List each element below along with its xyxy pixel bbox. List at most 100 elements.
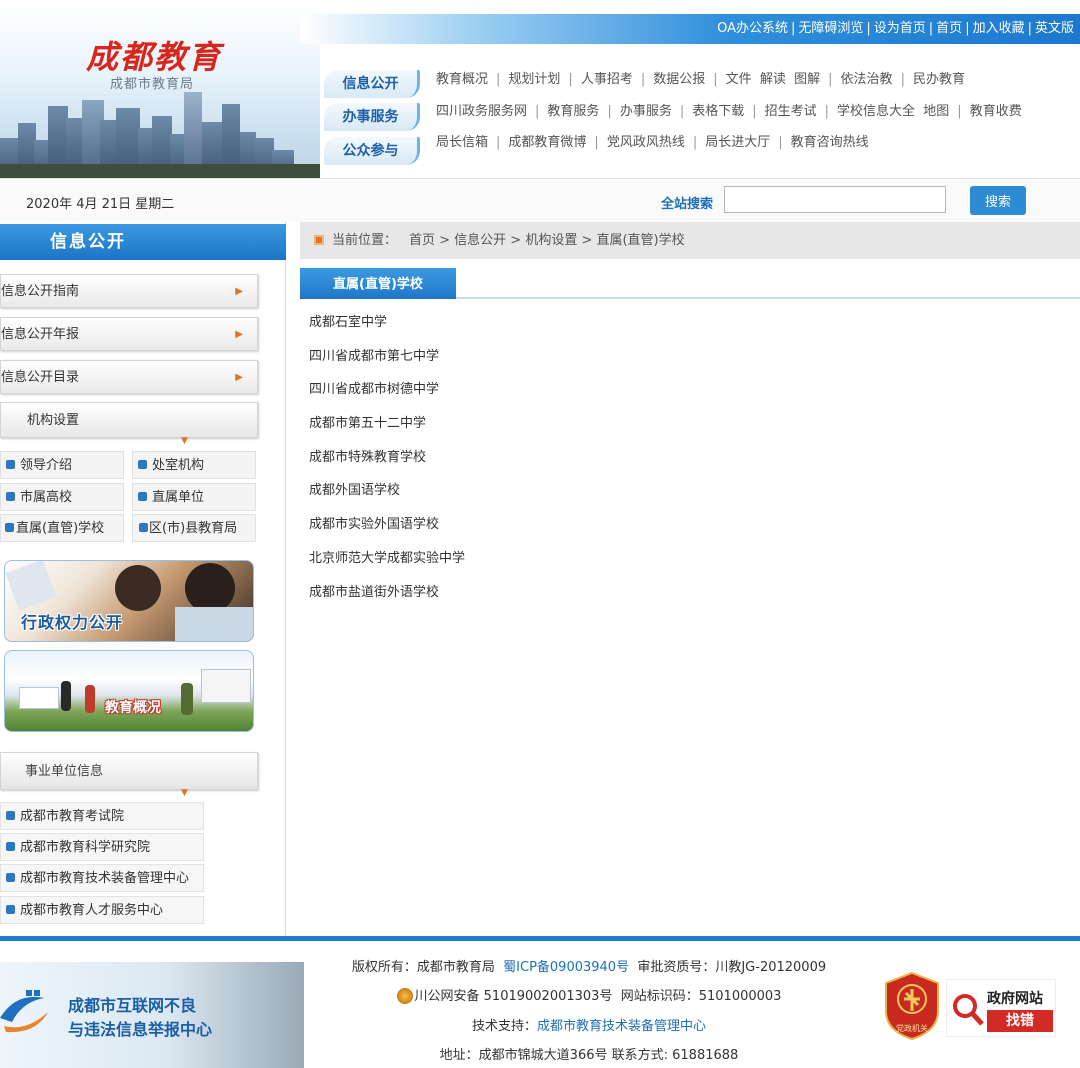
nav-link[interactable]: 四川政务服务网 (436, 104, 527, 119)
nav-link[interactable]: 规划计划 (508, 72, 560, 87)
bullet-icon (6, 811, 15, 820)
unit-item-equipment-center[interactable]: 成都市教育技术装备管理中心 (0, 864, 204, 892)
banner-admin-power-public[interactable]: 行政权力公开 (4, 560, 254, 642)
category-row-services: 四川政务服务网 | 教育服务 | 办事服务 | 表格下载 | 招生考试 | 学校信息大全 地图 | 教育… (436, 104, 1022, 119)
list-item[interactable]: 成都市第五十二中学 (309, 407, 1009, 441)
bullet-icon (5, 523, 14, 532)
nav-link[interactable]: 人事招考 (581, 72, 633, 87)
list-item[interactable]: 四川省成都市第七中学 (309, 340, 1009, 374)
unit-item-research-institute[interactable]: 成都市教育科学研究院 (0, 833, 204, 861)
bullet-icon (6, 905, 15, 914)
list-item[interactable]: 成都市实验外国语学校 (309, 508, 1009, 542)
date-search-bar: 2020年 4月 21日 星期二 全站搜索 搜索 (0, 178, 1080, 222)
sidebar-org-heading[interactable]: 机构设置 ▼ (0, 402, 258, 446)
nav-link[interactable]: 局长进大厅 (705, 135, 770, 150)
police-record-link[interactable]: 川公网安备 51019002001303号 (415, 989, 613, 1004)
footer-tech-line: 技术支持：成都市教育技术装备管理中心 (471, 1019, 707, 1034)
party-government-badge-icon[interactable]: 党政机关 (882, 971, 942, 1041)
nav-link[interactable]: 表格下载 (692, 104, 744, 119)
footer-copyright-line: 版权所有：成都市教育局 蜀ICP备09003940号 审批资质号：川教JG-20… (351, 960, 827, 975)
unit-item-exam-institute[interactable]: 成都市教育考试院 (0, 802, 204, 830)
nav-link[interactable]: 数据公报 (653, 72, 705, 87)
nav-link[interactable]: 成都教育微博 (508, 135, 586, 150)
home-link[interactable]: 首页 (936, 21, 962, 36)
org-item-direct-schools[interactable]: 直属(直管)学校 (0, 514, 124, 542)
nav-link[interactable]: 教育咨询热线 (791, 135, 869, 150)
list-item[interactable]: 四川省成都市树德中学 (309, 373, 1009, 407)
nav-link[interactable]: 教育服务 (547, 104, 599, 119)
runner-image (61, 681, 71, 711)
sidebar-item-guide[interactable]: 信息公开指南 ▶ (0, 274, 258, 308)
add-favorite-link[interactable]: 加入收藏 (973, 21, 1025, 36)
nav-link[interactable]: 教育概况 (436, 72, 488, 87)
report-center-text: 成都市互联网不良 与违法信息举报中心 (68, 996, 213, 1039)
top-links: OA办公系统 | 无障碍浏览 | 设为首页 | 首页 | 加入收藏 | 英文版 (717, 21, 1074, 36)
breadcrumb-label: 当前位置： (332, 233, 398, 248)
city-skyline-banner: 成都教育 成都市教育局 (0, 0, 320, 178)
nav-link[interactable]: 党风政风热线 (607, 135, 685, 150)
footer-police-line: 川公网安备 51019002001303号 网站标识码：5101000003 (304, 985, 874, 1005)
report-center-logo-icon (0, 990, 48, 1033)
report-center-banner[interactable]: 成都市互联网不良 与违法信息举报中心 (0, 962, 304, 1068)
english-version-link[interactable]: 英文版 (1035, 21, 1074, 36)
gov-website-error-report[interactable]: 政府网站 找错 (946, 979, 1056, 1037)
person-image (185, 563, 235, 613)
banner-admin-power-label: 行政权力公开 (21, 613, 124, 632)
org-item-leaders[interactable]: 领导介绍 (0, 451, 124, 479)
category-services[interactable]: 办事服务 (324, 103, 420, 131)
document-image (5, 561, 57, 611)
chevron-right-icon: ▶ (235, 329, 243, 340)
breadcrumb-path[interactable]: 首页 > 信息公开 > 机构设置 > 直属(直管)学校 (409, 233, 685, 248)
caret-down-icon: ▼ (181, 436, 188, 446)
oa-system-link[interactable]: OA办公系统 (717, 21, 788, 36)
location-icon (314, 234, 324, 245)
party-badge-label: 党政机关 (896, 1023, 928, 1033)
nav-link[interactable]: 依法治教 (841, 72, 893, 87)
school-list: 成都石室中学 四川省成都市第七中学 四川省成都市树德中学 成都市第五十二中学 成… (309, 306, 1009, 609)
current-date: 2020年 4月 21日 星期二 (26, 197, 175, 212)
nav-link[interactable]: 民办教育 (913, 72, 965, 87)
site-logo[interactable]: 成都教育 (86, 32, 222, 78)
sidebar-item-annual-report[interactable]: 信息公开年报 ▶ (0, 317, 258, 351)
sidebar-title: 信息公开 (0, 224, 286, 260)
set-homepage-link[interactable]: 设为首页 (874, 21, 926, 36)
tab-strip: 直属(直管)学校 (300, 268, 1080, 299)
tab-direct-schools[interactable]: 直属(直管)学校 (300, 268, 456, 299)
tech-support-link[interactable]: 成都市教育技术装备管理中心 (537, 1019, 706, 1034)
list-item[interactable]: 成都市盐道街外语学校 (309, 576, 1009, 610)
police-badge-icon (396, 987, 413, 1004)
icp-link[interactable]: 蜀ICP备09003940号 (503, 960, 629, 975)
nav-link[interactable]: 局长信箱 (436, 135, 488, 150)
site-search-input[interactable] (724, 186, 946, 213)
list-item[interactable]: 成都外国语学校 (309, 474, 1009, 508)
banner-education-overview[interactable]: 教育概况 (4, 650, 254, 732)
sidebar-units-heading-label: 事业单位信息 (25, 764, 104, 779)
list-item[interactable]: 成都市特殊教育学校 (309, 441, 1009, 475)
bullet-icon (138, 460, 147, 469)
bullet-icon (138, 492, 147, 501)
org-item-direct-units[interactable]: 直属单位 (132, 483, 256, 511)
category-participation[interactable]: 公众参与 (324, 137, 420, 165)
org-item-district-bureaus[interactable]: 区(市)县教育局 (132, 514, 256, 542)
nav-link[interactable]: 教育收费 (970, 104, 1022, 119)
chevron-right-icon: ▶ (235, 286, 243, 297)
accessibility-link[interactable]: 无障碍浏览 (798, 21, 863, 36)
nav-link[interactable]: 文件 解读 图解 (726, 72, 821, 87)
bullet-icon (6, 460, 15, 469)
sidebar-item-catalog[interactable]: 信息公开目录 ▶ (0, 360, 258, 394)
runner-image (85, 685, 95, 713)
search-button[interactable]: 搜索 (970, 186, 1026, 215)
footer-address-line: 地址：成都市锦城大道366号 联系方式: 61881688 (439, 1048, 739, 1063)
nav-link[interactable]: 办事服务 (620, 104, 672, 119)
bullet-icon (6, 873, 15, 882)
sidebar-org-heading-label: 机构设置 (27, 413, 80, 428)
unit-item-talent-center[interactable]: 成都市教育人才服务中心 (0, 896, 204, 924)
list-item[interactable]: 北京师范大学成都实验中学 (309, 542, 1009, 576)
org-item-departments[interactable]: 处室机构 (132, 451, 256, 479)
list-item[interactable]: 成都石室中学 (309, 306, 1009, 340)
magnifier-icon (953, 994, 984, 1026)
nav-link[interactable]: 学校信息大全 地图 (837, 104, 949, 119)
nav-link[interactable]: 招生考试 (765, 104, 817, 119)
category-info-public[interactable]: 信息公开 (324, 70, 420, 98)
org-item-universities[interactable]: 市属高校 (0, 483, 124, 511)
